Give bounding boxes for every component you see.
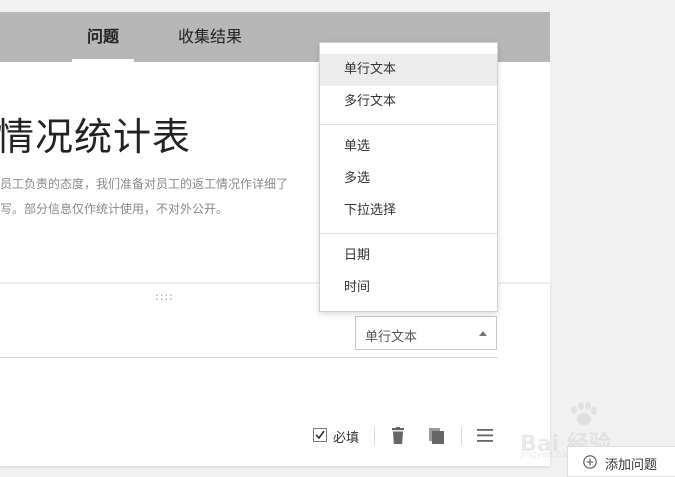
menu-item-multi-choice[interactable]: 多选 [320,163,497,195]
form-description-line-2[interactable]: 写。部分信息仅作统计使用，不对外公开。 [0,200,228,217]
menu-item-single-line-text[interactable]: 单行文本 [320,54,497,86]
menu-item-single-choice[interactable]: 单选 [320,131,497,163]
paw-icon [571,402,597,425]
toolbar-divider [374,427,375,445]
required-label[interactable]: 必填 [333,427,359,446]
question-type-menu: 单行文本 多行文本 单选 多选 下拉选择 日期 时间 [319,42,498,312]
menu-icon[interactable] [477,427,495,445]
plus-circle-icon [583,455,597,469]
toolbar-divider [461,427,462,445]
caret-up-icon [479,331,487,336]
question-title-underline [0,357,498,358]
add-question-label: 添加问题 [605,458,658,473]
menu-item-multi-line-text[interactable]: 多行文本 [320,86,497,118]
trash-icon[interactable] [390,427,408,445]
menu-divider [320,233,497,234]
menu-divider [320,124,497,125]
menu-item-time[interactable]: 时间 [320,272,497,304]
tab-questions[interactable]: 问题 [72,12,134,62]
menu-item-dropdown[interactable]: 下拉选择 [320,195,497,227]
tab-results[interactable]: 收集结果 [170,12,250,62]
copy-icon[interactable] [428,427,446,445]
question-toolbar: 必填 [313,427,503,447]
form-description-line-1[interactable]: 员工负责的态度，我们准备对员工的返工情况作详细了 [0,175,288,192]
checkmark-icon [315,430,325,440]
menu-item-date[interactable]: 日期 [320,240,497,272]
add-question-button[interactable]: 添加问题 [567,446,675,477]
drag-handle-icon[interactable]: :::: [155,290,174,303]
question-type-value: 单行文本 [365,330,418,345]
required-checkbox[interactable] [313,428,327,442]
form-title[interactable]: 情况统计表 [0,106,191,161]
question-type-select[interactable]: 单行文本 [355,316,497,350]
